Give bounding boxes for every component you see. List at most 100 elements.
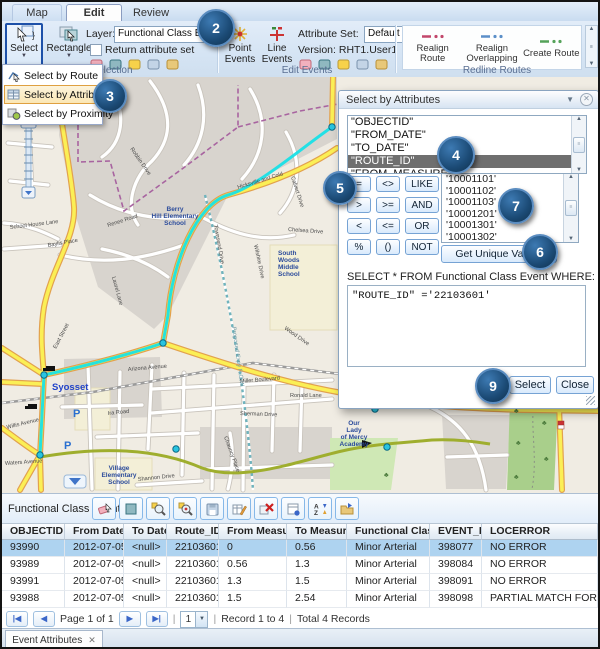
save-button[interactable]	[200, 497, 224, 520]
table-cell: 1.3	[287, 557, 347, 574]
select-tool-icon: }	[13, 25, 35, 43]
table-row[interactable]: 939912012-07-05<null>221036011.31.5Minor…	[2, 574, 598, 591]
table-cell: 2.54	[287, 591, 347, 608]
realign-route-icon	[421, 32, 445, 44]
tab-event-attributes[interactable]: Event Attributes ✕	[5, 630, 103, 649]
table-cell: 22103601	[167, 591, 219, 608]
column-header-to-measure[interactable]: To Measure	[287, 524, 347, 540]
column-header-from-measure[interactable]: From Measure	[219, 524, 287, 540]
field-item[interactable]: "OBJECTID"	[348, 116, 586, 129]
operator-like[interactable]: LIKE	[405, 176, 439, 192]
proximity-icon	[7, 107, 21, 120]
menu-item-label: Select by Route	[24, 70, 98, 82]
close-icon[interactable]: ✕	[88, 635, 96, 646]
operator--[interactable]: ()	[376, 239, 400, 255]
attribute-window-icon[interactable]	[165, 57, 181, 72]
callout-9: 9	[475, 368, 511, 404]
chevron-down-icon[interactable]: ▼	[566, 95, 574, 104]
operator-or[interactable]: OR	[405, 218, 439, 234]
close-icon[interactable]: ✕	[580, 93, 593, 106]
export-button[interactable]	[335, 497, 359, 520]
pan-to-selected-button[interactable]	[173, 497, 197, 520]
field-calculator-button[interactable]	[227, 497, 251, 520]
operator--[interactable]: <>	[376, 176, 400, 192]
resize-grip[interactable]	[586, 396, 595, 405]
table-cell: 398091	[430, 574, 482, 591]
table-cell: NO ERROR	[482, 540, 598, 557]
sql-expression-input[interactable]: "ROUTE_ID" ='22103601'	[347, 285, 586, 367]
switch-selection-button[interactable]	[119, 497, 143, 520]
menu-item-select-by-proximity[interactable]: Select by Proximity	[4, 104, 101, 123]
last-page-button[interactable]: ▶|	[146, 611, 168, 627]
map-label: P	[73, 408, 80, 420]
previous-page-button[interactable]: ◀	[33, 611, 55, 627]
redline-scrollbar[interactable]: ▲≡▼	[585, 25, 598, 68]
column-header-objectid[interactable]: OBJECTID	[2, 524, 65, 540]
table-row[interactable]: 939892012-07-05<null>221036010.561.3Mino…	[2, 557, 598, 574]
dialog-titlebar[interactable]: Select by Attributes ▼ ✕	[339, 91, 598, 109]
create-route-icon	[539, 37, 563, 49]
operator-not[interactable]: NOT	[405, 239, 439, 255]
table-row[interactable]: 939902012-07-05<null>2210360100.56Minor …	[2, 540, 598, 557]
value-item[interactable]: '10001101'	[442, 174, 578, 186]
map-pan-control[interactable]	[64, 475, 86, 488]
tab-label: Event Attributes	[12, 635, 82, 646]
chevron-down-icon: ▼	[21, 54, 27, 59]
line-events-button[interactable]: Line Events	[259, 26, 295, 70]
table-row[interactable]: 939882012-07-05<null>221036011.52.54Mino…	[2, 591, 598, 608]
page-number-dropdown[interactable]: 1 ▼	[180, 611, 208, 628]
mass-update-icon[interactable]	[374, 57, 390, 72]
dialog-select-button[interactable]: Select	[509, 376, 551, 394]
table-cell: <null>	[124, 540, 167, 557]
clear-selection-button[interactable]	[92, 497, 116, 520]
table-cell: 2012-07-05	[65, 540, 124, 557]
road-marker	[558, 421, 564, 429]
layer-label: Layer:	[86, 28, 115, 40]
menu-item-select-by-route[interactable]: Select by Route	[4, 66, 101, 85]
column-header-event-id[interactable]: EVENT_ID	[430, 524, 482, 540]
callout-7: 7	[498, 188, 534, 224]
zoom-to-selected-button[interactable]	[146, 497, 170, 520]
column-header-from-date[interactable]: From Date	[65, 524, 124, 540]
next-page-button[interactable]: ▶	[119, 611, 141, 627]
operator--[interactable]: <	[347, 218, 371, 234]
table-cell: 398098	[430, 591, 482, 608]
tab-review[interactable]: Review	[126, 4, 176, 21]
create-route-button[interactable]: Create Route	[522, 26, 581, 69]
svg-text:♣: ♣	[384, 472, 389, 479]
sort-button[interactable]: AZ	[308, 497, 332, 520]
table-cell: 22103601	[167, 557, 219, 574]
show-selected-button[interactable]	[281, 497, 305, 520]
values-scrollbar[interactable]: ▲≡▼	[563, 174, 578, 242]
where-clause-label: SELECT * FROM Functional Class Event WHE…	[347, 271, 595, 283]
operator--[interactable]: <=	[376, 218, 400, 234]
realign-route-button[interactable]: Realign Route	[403, 26, 462, 69]
table-cell: <null>	[124, 574, 167, 591]
attribute-set-label: Attribute Set:	[298, 28, 359, 40]
delete-selected-button[interactable]	[254, 497, 278, 520]
dialog-close-button[interactable]: Close	[556, 376, 594, 394]
operator-buttons: =<>LIKE>>=AND<<=OR%()NOT	[347, 176, 439, 255]
tab-edit[interactable]: Edit	[66, 4, 122, 21]
menu-item-select-by-attributes[interactable]: Select by Attributes	[4, 85, 101, 104]
table-cell: <null>	[124, 557, 167, 574]
attribute-table: OBJECTIDFrom DateTo DateRoute_IDFrom Mea…	[2, 523, 598, 608]
value-item[interactable]: '10001302'	[442, 232, 578, 244]
column-header-to-date[interactable]: To Date	[124, 524, 167, 540]
return-attribute-set-checkbox[interactable]	[90, 44, 102, 56]
first-page-button[interactable]: |◀	[6, 611, 28, 627]
event-attributes-panel: Functional Class Event AZ OBJECT	[2, 493, 598, 629]
column-header-route-id[interactable]: Route_ID	[167, 524, 219, 540]
redline-routes-panel: Realign RouteRealign OverlappingCreate R…	[402, 25, 582, 70]
callout-2: 2	[197, 9, 235, 47]
operator--[interactable]: >=	[376, 197, 400, 213]
realign-overlapping-button[interactable]: Realign Overlapping	[462, 26, 521, 69]
table-pagination: |◀ ◀ Page 1 of 1 ▶ ▶| | 1 ▼ | Record 1 t…	[2, 609, 598, 629]
operator-and[interactable]: AND	[405, 197, 439, 213]
operator--[interactable]: %	[347, 239, 371, 255]
fields-scrollbar[interactable]: ▲≡▼	[571, 116, 586, 173]
table-cell: Minor Arterial	[347, 540, 430, 557]
tab-map[interactable]: Map	[12, 4, 62, 21]
column-header-locerror[interactable]: LOCERROR	[482, 524, 598, 540]
column-header-functional-class[interactable]: Functional Class	[347, 524, 430, 540]
